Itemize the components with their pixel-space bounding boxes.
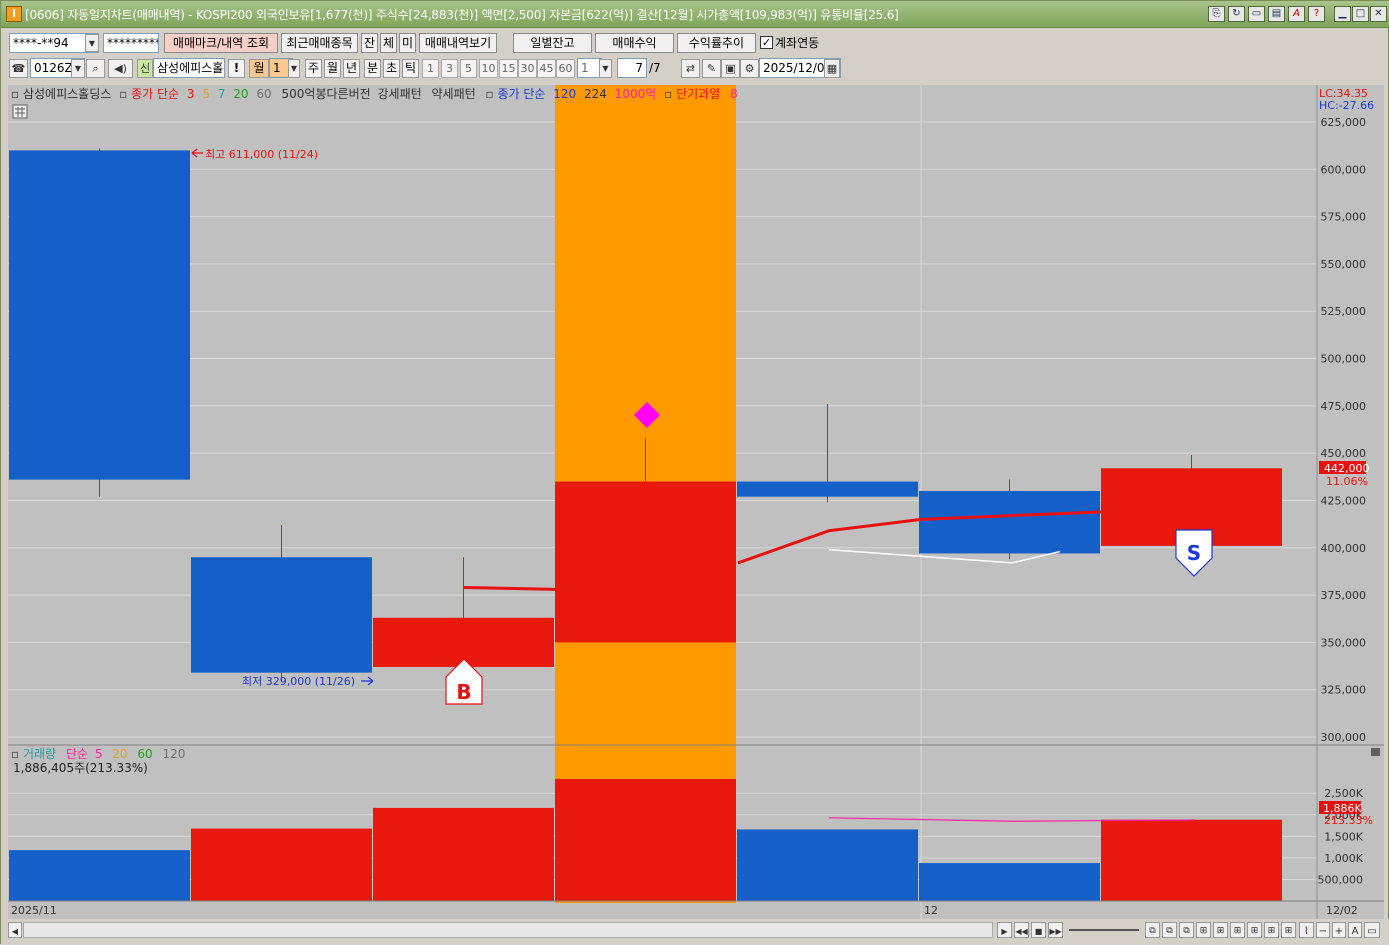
- legend-ma60: 60: [256, 87, 271, 101]
- legend-bullet: ▫: [11, 747, 23, 761]
- legend-ma224: 224: [584, 87, 607, 101]
- legend-ma7: 7: [218, 87, 226, 101]
- volume-label: 거래량: [23, 747, 56, 761]
- legend-short-over: 단기과열: [676, 87, 720, 101]
- sell-marker-label: S: [1187, 541, 1201, 565]
- legend-1000: 1000억: [615, 87, 657, 101]
- last-price-label: 442,000: [1324, 462, 1370, 475]
- volume-tick-label: 1,000K: [1324, 852, 1363, 865]
- price-tick-label: 375,000: [1321, 589, 1367, 602]
- price-tick-label: 325,000: [1321, 684, 1367, 697]
- volume-bar: [737, 829, 918, 901]
- hc-label: HC:-27.66: [1319, 99, 1374, 112]
- stop-icon[interactable]: ■: [1031, 922, 1046, 938]
- legend-ma20: 20: [233, 87, 248, 101]
- scroll-right-icon[interactable]: ▶: [997, 922, 1012, 938]
- price-tick-label: 300,000: [1321, 731, 1367, 744]
- volume-bar: [555, 779, 736, 901]
- legend-ma-label: 종가 단순: [131, 87, 179, 101]
- volume-bar: [191, 828, 372, 901]
- scroll-bar[interactable]: ◀ ▶ ◀◀ ■ ▶▶ ⧉ ⧉ ⧉ ⊞ ⊞ ⊞ ⊞ ⊞ ⊞ ⌇ − + A ▭: [1, 919, 1389, 945]
- volume-value: 1,886,405주(213.33%): [13, 761, 148, 775]
- high-annotation: 최고 611,000 (11/24): [205, 148, 318, 161]
- volume-tick-label: 1,500K: [1324, 830, 1363, 843]
- legend-pattern3: 약세패턴: [431, 86, 475, 101]
- bar-toggle6-icon[interactable]: ⊞: [1281, 922, 1296, 938]
- auto-scale-icon[interactable]: A: [1348, 922, 1362, 938]
- candle-body: [555, 481, 736, 643]
- bar-toggle4-icon[interactable]: ⊞: [1247, 922, 1262, 938]
- price-tick-label: 350,000: [1321, 636, 1367, 649]
- grid-toggle-icon[interactable]: [12, 104, 28, 119]
- legend-line: ▫ 삼성에피스홀딩스 ▫ 종가 단순 3 5 7 20 60 500억봉다른버전…: [11, 86, 738, 101]
- fast-forward-icon[interactable]: ▶▶: [1048, 922, 1063, 938]
- volume-bar: [9, 850, 190, 901]
- legend-ma3: 3: [187, 87, 195, 101]
- price-tick-label: 625,000: [1321, 116, 1367, 129]
- legend-pattern1: 500억봉다른버전: [282, 87, 371, 101]
- legend-bullet: ▫: [119, 87, 131, 101]
- volume-tick-label: 2,500K: [1324, 787, 1363, 800]
- scroll-left-icon[interactable]: ◀: [8, 922, 22, 938]
- last-pct-label: 11.06%: [1326, 475, 1368, 488]
- legend-ma120: 120: [553, 87, 576, 101]
- legend-ma2-label: 종가 단순: [497, 87, 545, 101]
- ma3-line: [463, 586, 557, 591]
- price-tick-label: 400,000: [1321, 542, 1367, 555]
- price-tick-label: 450,000: [1321, 447, 1367, 460]
- pane-collapse-icon[interactable]: [1371, 748, 1380, 756]
- tool-icon[interactable]: ⌇: [1299, 922, 1314, 938]
- volume-ma-label: 단순: [66, 747, 88, 761]
- candle-body: [9, 150, 190, 480]
- price-tick-label: 575,000: [1321, 211, 1367, 224]
- speed-slider[interactable]: [1069, 929, 1139, 931]
- zoom-area2-icon[interactable]: ⧉: [1162, 922, 1177, 938]
- legend-bullet: ▫: [485, 87, 497, 101]
- legend-pattern2: 강세패턴: [377, 87, 421, 101]
- zoom-area-icon[interactable]: ⧉: [1145, 922, 1160, 938]
- scroll-track[interactable]: [23, 922, 993, 938]
- bar-toggle-icon[interactable]: ⊞: [1196, 922, 1211, 938]
- legend-short-over-val: 8: [730, 87, 738, 101]
- volume-ma5: 5: [95, 747, 103, 761]
- volume-ma120: 120: [163, 747, 186, 761]
- price-tick-label: 550,000: [1321, 258, 1367, 271]
- legend-ma5: 5: [202, 87, 210, 101]
- candle-body: [191, 557, 372, 673]
- volume-bar: [373, 807, 554, 901]
- buy-marker-label: B: [456, 680, 471, 704]
- price-tick-label: 475,000: [1321, 400, 1367, 413]
- chart-canvas[interactable]: 625,000 600,000 575,000 550,000 525,000 500,0…: [1, 1, 1389, 945]
- price-tick-label: 500,000: [1321, 353, 1367, 366]
- date-label-dec: 12: [924, 904, 938, 917]
- volume-ma20: 20: [112, 747, 127, 761]
- rewind-icon[interactable]: ◀◀: [1014, 922, 1029, 938]
- volume-bar: [919, 863, 1100, 901]
- main-window: I [0606] 자동일지차트(매매내역) - KOSPI200 외국인보유[1…: [0, 0, 1389, 945]
- legend-stock: 삼성에피스홀딩스: [23, 87, 111, 101]
- date-label-end: 12/02: [1326, 904, 1358, 917]
- zoom-out-icon[interactable]: −: [1316, 922, 1330, 938]
- candle-body: [737, 481, 918, 497]
- bar-toggle3-icon[interactable]: ⊞: [1230, 922, 1245, 938]
- volume-tick-label: 500,000: [1318, 873, 1364, 886]
- zoom-area3-icon[interactable]: ⧉: [1179, 922, 1194, 938]
- volume-ma60: 60: [137, 747, 152, 761]
- price-tick-label: 425,000: [1321, 494, 1367, 507]
- price-tick-label: 600,000: [1321, 163, 1367, 176]
- vol-pct-label: 213.33%: [1324, 814, 1373, 827]
- date-label-start: 2025/11: [11, 904, 57, 917]
- legend-bullet: ▫: [664, 87, 676, 101]
- zoom-in-icon[interactable]: +: [1332, 922, 1346, 938]
- legend-bullet: ▫: [11, 87, 23, 101]
- low-annotation: 최저 329,000 (11/26): [242, 675, 355, 688]
- volume-bar: [1101, 819, 1282, 901]
- bar-toggle2-icon[interactable]: ⊞: [1213, 922, 1228, 938]
- fullscreen-icon[interactable]: ▭: [1364, 922, 1380, 938]
- candle-body: [919, 491, 1100, 554]
- bar-toggle5-icon[interactable]: ⊞: [1264, 922, 1279, 938]
- price-tick-label: 525,000: [1321, 305, 1367, 318]
